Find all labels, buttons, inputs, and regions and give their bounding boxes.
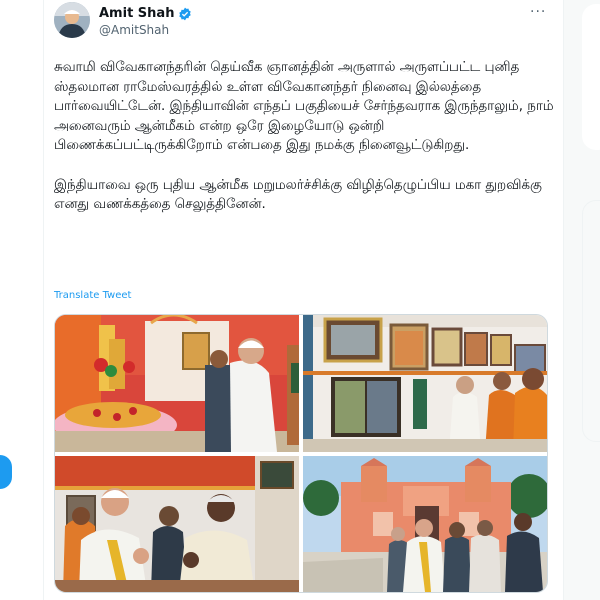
avatar[interactable] [54,2,90,38]
translate-tweet-link[interactable]: Translate Tweet [54,290,131,301]
trends-panel [582,200,600,442]
photo-altar[interactable] [55,315,299,452]
tweet-text: சுவாமி விவேகானந்தரின் தெய்வீக ஞானத்தின் … [54,60,554,213]
author-handle[interactable]: @AmitShah [99,23,169,37]
photo-temple-exterior[interactable] [303,456,547,592]
photo-portrait-gallery[interactable] [303,315,547,452]
left-sidebar [0,0,44,600]
search-box[interactable] [582,4,600,150]
media-grid[interactable] [54,314,548,593]
photo-greeting[interactable] [55,456,299,592]
verified-badge-icon [179,7,192,20]
more-dots-icon[interactable]: ··· [530,4,546,20]
left-divider [43,0,44,600]
author-name-row[interactable]: Amit Shah [99,6,192,21]
author-name[interactable]: Amit Shah [99,6,174,21]
